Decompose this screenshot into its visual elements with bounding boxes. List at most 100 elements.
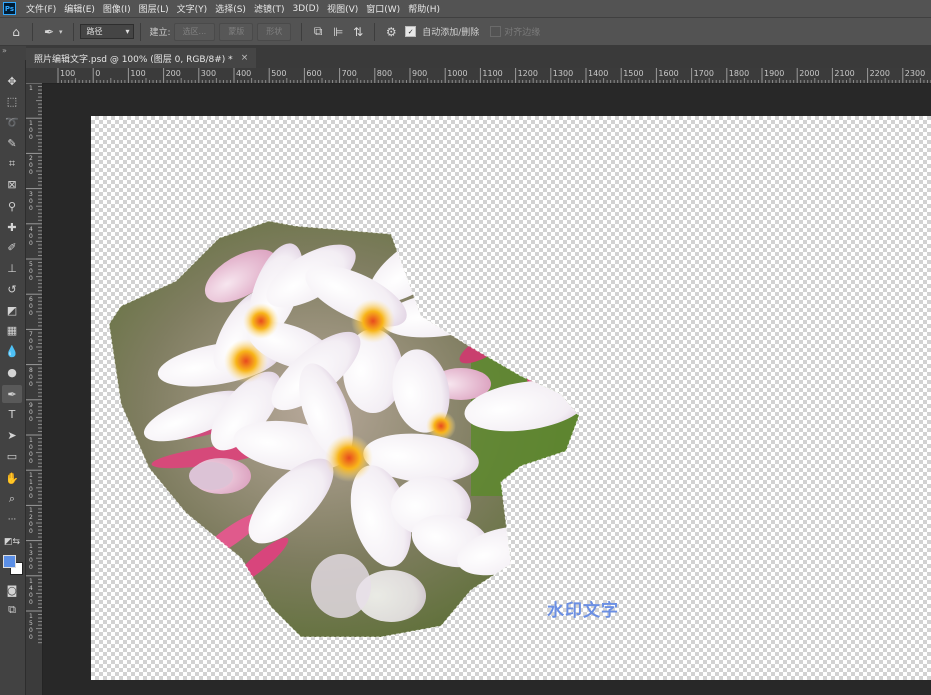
ruler-tick-label: 600 (306, 69, 322, 78)
quick-select-tool-icon[interactable]: ✎ (2, 134, 22, 152)
marquee-tool-icon[interactable]: ⬚ (2, 93, 22, 111)
photoshop-logo-icon[interactable]: Ps (3, 2, 16, 15)
pen-tool-icon[interactable]: ✒ (2, 385, 22, 404)
ruler-tick-label: 1 1 0 0 (29, 472, 33, 501)
ruler-tick-label: 500 (271, 69, 287, 78)
clone-stamp-tool-icon[interactable]: ⊥ (2, 260, 22, 278)
divider (32, 22, 33, 41)
ruler-tick-label: 800 (376, 69, 393, 78)
ruler-tick-label: 7 0 0 (29, 331, 33, 353)
close-icon[interactable]: × (241, 53, 249, 63)
vertical-ruler[interactable]: 1 1 0 0 2 0 0 3 0 0 4 0 0 5 0 0 6 0 0 7 0 0 8 0 … (26, 83, 43, 695)
home-icon[interactable]: ⌂ (6, 22, 26, 42)
color-swatches[interactable] (3, 555, 23, 576)
default-colors-icon[interactable]: ◩⇆ (2, 533, 22, 551)
pen-mode-value: 路径 (86, 27, 103, 36)
lasso-tool-icon[interactable]: ➰ (2, 113, 22, 131)
quick-mask-icon[interactable]: ◙ (2, 581, 22, 599)
align-edges-checkbox[interactable] (490, 26, 502, 37)
chevron-down-icon[interactable]: ▾ (59, 28, 63, 36)
pen-tool-preset-icon[interactable]: ✒ (39, 22, 59, 42)
watermark-text[interactable]: 水印文字 (547, 596, 619, 621)
ruler-tick-label: 1 (29, 85, 33, 92)
menu-help[interactable]: 帮助(H) (404, 2, 444, 15)
flower-image-layer (108, 220, 580, 638)
ruler-tick-label: 1 5 0 0 (29, 613, 33, 641)
document-tab-bar: 照片编辑文字.psd @ 100% (图层 0, RGB/8#) * × (26, 46, 931, 68)
pen-mode-select[interactable]: 路径 ▾ (79, 24, 134, 39)
dodge-tool-icon[interactable]: ● (2, 363, 22, 381)
ruler-tick-label: 1800 (728, 69, 750, 78)
menu-file[interactable]: 文件(F) (22, 2, 60, 15)
make-mask-button[interactable]: 蒙版 (219, 22, 254, 41)
document-canvas[interactable]: 水印文字 (91, 116, 931, 680)
menu-view[interactable]: 视图(V) (323, 2, 362, 15)
ruler-tick-label: 900 (412, 69, 428, 78)
more-tools-icon[interactable]: ··· (2, 511, 22, 529)
frame-tool-icon[interactable]: ⊠ (2, 176, 22, 194)
document-workspace[interactable]: 水印文字 (43, 84, 931, 695)
ruler-tick-label: 1 4 0 0 (29, 577, 33, 606)
ruler-tick-label: 8 0 0 (29, 366, 33, 388)
path-select-tool-icon[interactable]: ➤ (2, 427, 22, 445)
document-tab[interactable]: 照片编辑文字.psd @ 100% (图层 0, RGB/8#) * × (26, 48, 257, 68)
menu-type[interactable]: 文字(Y) (173, 2, 212, 15)
eyedropper-tool-icon[interactable]: ⚲ (2, 198, 22, 216)
menu-edit[interactable]: 编辑(E) (60, 2, 99, 15)
ruler-tick-label: 100 (130, 69, 146, 78)
auto-add-delete-label: 自动添加/删除 (422, 28, 480, 38)
ruler-tick-label: 300 (200, 69, 217, 78)
ruler-tick-label: 2100 (834, 69, 855, 78)
eraser-tool-icon[interactable]: ◩ (2, 301, 22, 319)
path-arrangement-icon[interactable]: ⇅ (348, 22, 368, 42)
ruler-tick-label: 1000 (447, 69, 468, 78)
divider (139, 22, 141, 41)
path-alignment-icon[interactable]: ⊫ (328, 22, 348, 42)
gear-icon[interactable]: ⚙ (381, 22, 401, 42)
move-tool-icon[interactable]: ✥ (2, 72, 22, 90)
ruler-tick-label: 1100 (482, 69, 503, 78)
ruler-origin[interactable] (26, 68, 43, 84)
zoom-tool-icon[interactable]: ⌕ (2, 490, 22, 508)
chevron-down-icon: ▾ (125, 27, 130, 36)
menu-window[interactable]: 窗口(W) (362, 2, 404, 15)
healing-brush-tool-icon[interactable]: ✚ (2, 218, 22, 236)
auto-add-delete-checkbox[interactable]: ✓ (405, 26, 417, 37)
make-shape-button[interactable]: 形状 (257, 22, 292, 41)
ruler-tick-label: 0 (95, 69, 101, 78)
menu-3d[interactable]: 3D(D) (288, 4, 323, 14)
horizontal-ruler[interactable]: 100 0 100 200 300 400 500 600 700 800 900 1000 1100 1… (42, 68, 931, 84)
crop-tool-icon[interactable]: ⌗ (2, 155, 22, 173)
hand-tool-icon[interactable]: ✋ (2, 469, 22, 487)
foreground-color-swatch[interactable] (3, 555, 16, 569)
ruler-tick-label: 2 0 0 (29, 155, 33, 177)
menu-bar: Ps 文件(F) 编辑(E) 图像(I) 图层(L) 文字(Y) 选择(S) 滤… (0, 0, 931, 17)
ruler-tick-label: 5 0 0 (29, 261, 33, 282)
ruler-tick-label: 700 (341, 69, 357, 78)
menu-filter[interactable]: 滤镜(T) (250, 2, 289, 15)
gradient-tool-icon[interactable]: ▦ (2, 322, 22, 340)
ruler-tick-label: 3 0 0 (29, 190, 33, 212)
ruler-tick-label: 6 0 0 (29, 296, 33, 318)
make-selection-button[interactable]: 选区... (173, 22, 216, 41)
screen-mode-icon[interactable]: ⧉ (2, 601, 22, 619)
menu-image[interactable]: 图像(I) (99, 2, 135, 15)
ruler-tick-label: 100 (60, 69, 76, 78)
align-edges-label: 对齐边缘 (504, 28, 541, 38)
brush-tool-icon[interactable]: ✐ (2, 239, 22, 257)
panel-collapse-icon[interactable]: » (0, 46, 26, 60)
tool-options-bar: ⌂ ✒ ▾ 路径 ▾ 建立: 选区... 蒙版 形状 ⧉ ⊫ ⇅ ⚙ ✓ 自动添… (0, 17, 931, 46)
shape-tool-icon[interactable]: ▭ (2, 447, 22, 465)
menu-layer[interactable]: 图层(L) (135, 2, 173, 15)
ruler-tick-label: 1500 (623, 69, 644, 78)
ruler-tick-label: 1 0 0 (29, 120, 33, 142)
ruler-tick-label: 200 (165, 69, 181, 78)
type-tool-icon[interactable]: T (2, 406, 22, 424)
path-operations-icon[interactable]: ⧉ (308, 22, 328, 42)
divider (301, 22, 303, 41)
ruler-tick-label: 1 2 0 0 (29, 507, 33, 536)
menu-select[interactable]: 选择(S) (211, 2, 250, 15)
blur-tool-icon[interactable]: 💧 (2, 342, 22, 360)
ruler-tick-label: 1 3 0 0 (29, 542, 33, 571)
history-brush-tool-icon[interactable]: ↺ (2, 280, 22, 298)
